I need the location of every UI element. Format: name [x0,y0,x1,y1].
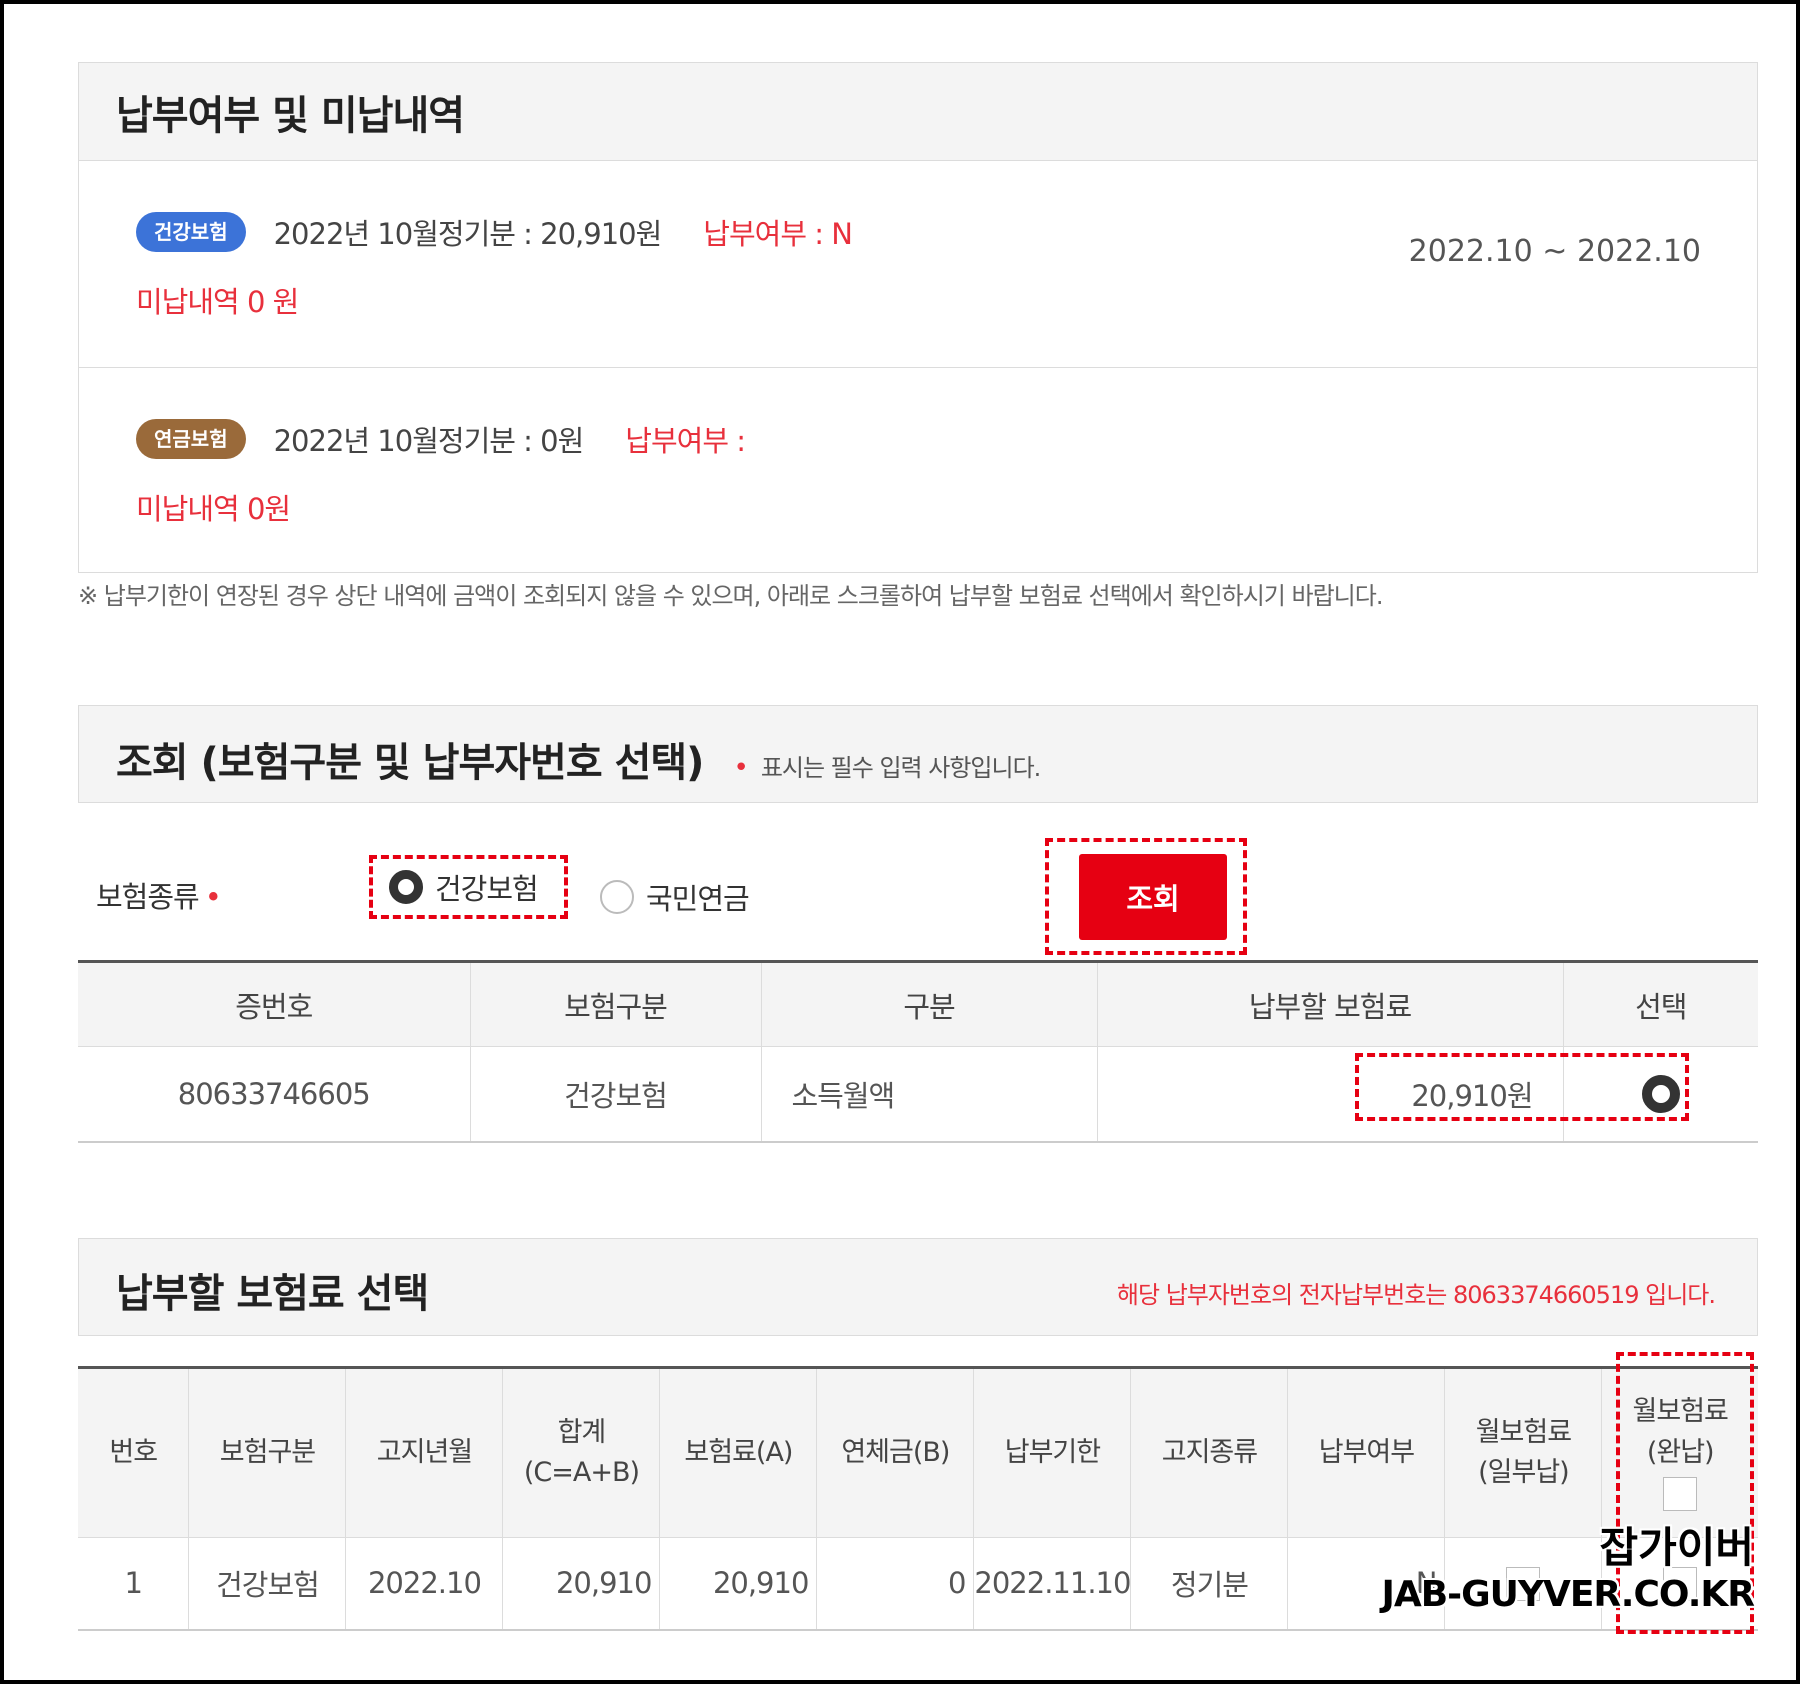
table-row: 80633746605 건강보험 소득월액 20,910원 [78,1046,1758,1143]
radio-pension-label: 국민연금 [646,882,750,916]
cell-notice-kind: 정기분 [1130,1537,1289,1631]
search-button[interactable]: 조회 [1079,854,1227,940]
health-insurance-row: 건강보험 2022년 10월정기분 : 20,910원 납부여부 : N 미납내… [79,161,1757,367]
pension-unpaid-amount: 미납내역 0원 [136,492,291,526]
col-notice-kind: 고지종류 [1130,1367,1289,1538]
health-unpaid-amount: 미납내역 0 원 [136,285,299,319]
col-insurance-type: 보험구분 [470,961,762,1047]
watermark-url: JAB-GUYVER.CO.KR [1381,1574,1755,1615]
col-insurance-type: 보험구분 [188,1367,347,1538]
insurance-type-label: 보험종류 • [96,874,222,916]
col-monthly-full: 월보험료 (완납) [1601,1367,1758,1538]
radio-health-insurance[interactable]: 건강보험 [369,855,568,919]
pension-insurance-row: 연금보험 2022년 10월정기분 : 0원 납부여부 : 미납내역 0원 [79,367,1757,573]
payer-table: 증번호 보험구분 구분 납부할 보험료 선택 80633746605 건강보험 … [78,960,1758,1143]
search-section-header: 조회 (보험구분 및 납부자번호 선택) • 표시는 필수 입력 사항입니다. [78,705,1758,803]
col-monthly-partial-sub: (일부납) [1478,1457,1570,1488]
col-due-date: 납부기한 [973,1367,1132,1538]
cell-notice-month: 2022.10 [345,1537,504,1631]
insurance-type-required-dot: • [204,880,222,914]
cell-amount-due: 20,910원 [1097,1046,1564,1143]
radio-unselected-icon[interactable] [600,880,634,914]
row-select-radio-icon[interactable] [1641,1074,1680,1113]
cell-late-fee: 0 [816,1537,975,1631]
radio-national-pension[interactable]: 국민연금 [600,876,750,918]
epay-number-note: 해당 납부자번호의 전자납부번호는 8063374660519 입니다. [1116,1281,1716,1309]
col-total-formula: (C=A+B) [523,1457,640,1488]
cell-insurance-type: 건강보험 [188,1537,347,1631]
search-button-highlight: 조회 [1045,838,1247,955]
pension-paid-status: 납부여부 : [625,424,746,458]
radio-selected-icon[interactable] [389,870,423,904]
cell-select[interactable] [1563,1046,1758,1143]
col-total: 합계 (C=A+B) [502,1367,661,1538]
payment-status-panel: 납부여부 및 미납내역 건강보험 2022년 10월정기분 : 20,910원 … [78,62,1758,573]
col-paid-status: 납부여부 [1287,1367,1446,1538]
col-late-fee: 연체금(B) [816,1367,975,1538]
col-monthly-full-sub: (완납) [1646,1436,1715,1468]
payment-status-title: 납부여부 및 미납내역 [116,93,465,139]
col-number: 번호 [78,1367,190,1538]
col-premium: 보험료(A) [659,1367,818,1538]
select-all-full-checkbox[interactable] [1663,1476,1698,1511]
radio-health-label: 건강보험 [435,872,539,906]
col-category: 구분 [761,961,1098,1047]
required-marker: • [733,753,749,783]
col-monthly-partial: 월보험료 (일부납) [1444,1367,1603,1538]
col-notice-month: 고지년월 [345,1367,504,1538]
pension-period-amount: 2022년 10월정기분 : 0원 [273,424,585,458]
required-note: 표시는 필수 입력 사항입니다. [760,754,1041,782]
col-monthly-full-label: 월보험료 [1632,1396,1729,1428]
health-period-amount: 2022년 10월정기분 : 20,910원 [273,217,663,251]
cell-total: 20,910 [502,1537,661,1631]
col-amount-due: 납부할 보험료 [1097,961,1564,1047]
payment-status-header: 납부여부 및 미납내역 [79,63,1757,161]
cell-insurance-type: 건강보험 [470,1046,762,1143]
premium-table-header: 번호 보험구분 고지년월 합계 (C=A+B) 보험료(A) 연체금(B) 납부기… [78,1367,1758,1538]
watermark-korean: 잡가이버 [1599,1523,1754,1572]
cell-category: 소득월액 [761,1046,1098,1143]
cell-cert-number: 80633746605 [78,1046,471,1143]
pension-insurance-badge: 연금보험 [136,419,246,459]
cell-number: 1 [78,1537,190,1631]
col-monthly-partial-label: 월보험료 [1475,1416,1572,1448]
search-section-title: 조회 (보험구분 및 납부자번호 선택) [116,740,704,786]
select-premium-header: 납부할 보험료 선택 해당 납부자번호의 전자납부번호는 80633746605… [78,1238,1758,1336]
col-cert-number: 증번호 [78,961,471,1047]
cell-premium: 20,910 [659,1537,818,1631]
insurance-type-label-text: 보험종류 [96,880,200,914]
health-insurance-badge: 건강보험 [136,212,246,252]
col-select: 선택 [1563,961,1758,1047]
col-total-label: 합계 [557,1416,607,1448]
deadline-notice: ※ 납부기한이 연장된 경우 상단 내역에 금액이 조회되지 않을 수 있으며,… [78,582,1383,610]
payer-table-header: 증번호 보험구분 구분 납부할 보험료 선택 [78,961,1758,1047]
health-date-range: 2022.10 ~ 2022.10 [1408,234,1701,269]
cell-due-date: 2022.11.10 [973,1537,1131,1631]
health-paid-status: 납부여부 : N [703,217,853,251]
